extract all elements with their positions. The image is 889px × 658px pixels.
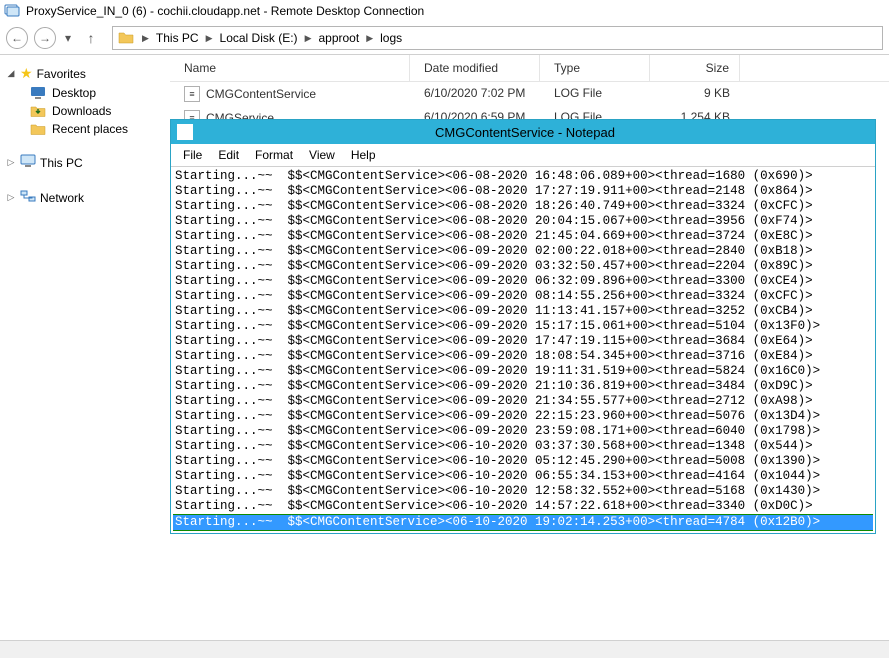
rdc-title-bar: ProxyService_IN_0 (6) - cochii.cloudapp.… [0,0,889,22]
notepad-text-area[interactable]: Starting...~~ $$<CMGContentService><06-0… [171,167,875,533]
nav-up-button[interactable]: ↑ [80,27,102,49]
file-list-header: Name Date modified Type Size [170,55,889,82]
log-line[interactable]: Starting...~~ $$<CMGContentService><06-1… [173,439,873,454]
log-line[interactable]: Starting...~~ $$<CMGContentService><06-0… [173,289,873,304]
chevron-right-icon: ▶ [203,33,216,44]
menu-help[interactable]: Help [345,146,386,164]
log-line[interactable]: Starting...~~ $$<CMGContentService><06-0… [173,319,873,334]
log-line[interactable]: Starting...~~ $$<CMGContentService><06-0… [173,304,873,319]
crumb-approot[interactable]: approot [314,29,363,47]
sidebar-favorites-header[interactable]: ◢ ★ Favorites [6,63,164,84]
sidebar-label: Network [40,191,84,205]
menu-edit[interactable]: Edit [212,146,249,164]
chevron-right-icon[interactable]: ▶ [139,33,152,44]
sidebar-label: Recent places [52,122,128,136]
log-line[interactable]: Starting...~~ $$<CMGContentService><06-1… [173,514,873,531]
log-line[interactable]: Starting...~~ $$<CMGContentService><06-1… [173,499,873,514]
downloads-icon [30,104,46,118]
chevron-right-icon: ▷ [6,192,16,203]
computer-icon [20,154,36,171]
file-name: CMGContentService [206,87,316,101]
crumb-root[interactable]: This PC [152,29,203,47]
log-line[interactable]: Starting...~~ $$<CMGContentService><06-0… [173,184,873,199]
recent-icon [30,122,46,136]
file-row[interactable]: ≡ CMGContentService 6/10/2020 7:02 PMLOG F… [170,82,889,106]
network-icon [20,189,36,206]
menu-file[interactable]: File [177,146,212,164]
sidebar-item-downloads[interactable]: Downloads [6,102,164,120]
col-header-date[interactable]: Date modified [410,55,540,81]
explorer-nav-bar: ← → ▾ ↑ ▶ This PC ▶ Local Disk (E:) ▶ ap… [0,22,889,54]
notepad-menu-bar: File Edit Format View Help [171,144,875,167]
folder-icon [117,29,135,47]
col-header-name[interactable]: Name [170,55,410,81]
chevron-right-icon: ▶ [302,33,315,44]
nav-history-dropdown[interactable]: ▾ [62,27,74,49]
log-line[interactable]: Starting...~~ $$<CMGContentService><06-0… [173,229,873,244]
breadcrumb: ▶ This PC ▶ Local Disk (E:) ▶ approot ▶ … [139,29,406,47]
nav-forward-button[interactable]: → [34,27,56,49]
notepad-window: CMGContentService - Notepad File Edit Fo… [170,119,876,534]
col-header-size[interactable]: Size [650,55,740,81]
log-line[interactable]: Starting...~~ $$<CMGContentService><06-0… [173,214,873,229]
log-line[interactable]: Starting...~~ $$<CMGContentService><06-0… [173,169,873,184]
sidebar-label: Favorites [37,67,86,81]
log-line[interactable]: Starting...~~ $$<CMGContentService><06-0… [173,349,873,364]
log-line[interactable]: Starting...~~ $$<CMGContentService><06-0… [173,334,873,349]
crumb-logs[interactable]: logs [376,29,406,47]
menu-format[interactable]: Format [249,146,303,164]
log-line[interactable]: Starting...~~ $$<CMGContentService><06-0… [173,199,873,214]
rdc-title-text: ProxyService_IN_0 (6) - cochii.cloudapp.… [26,4,424,18]
col-header-type[interactable]: Type [540,55,650,81]
rdc-icon [4,3,20,19]
sidebar-item-recent[interactable]: Recent places [6,120,164,138]
address-bar[interactable]: ▶ This PC ▶ Local Disk (E:) ▶ approot ▶ … [112,26,883,50]
log-line[interactable]: Starting...~~ $$<CMGContentService><06-0… [173,364,873,379]
status-bar [0,640,889,658]
log-line[interactable]: Starting...~~ $$<CMGContentService><06-0… [173,394,873,409]
notepad-title-bar[interactable]: CMGContentService - Notepad [171,120,875,144]
desktop-icon [30,86,46,100]
log-line[interactable]: Starting...~~ $$<CMGContentService><06-0… [173,379,873,394]
sidebar-label: This PC [40,156,83,170]
explorer-sidebar: ◢ ★ Favorites Desktop Downloads Recent p… [0,55,170,640]
notepad-title-text: CMGContentService - Notepad [199,125,875,140]
log-line[interactable]: Starting...~~ $$<CMGContentService><06-1… [173,484,873,499]
nav-back-button[interactable]: ← [6,27,28,49]
file-date: 6/10/2020 7:02 PM [410,82,540,106]
chevron-down-icon: ◢ [6,68,16,79]
sidebar-label: Downloads [52,104,111,118]
log-line[interactable]: Starting...~~ $$<CMGContentService><06-0… [173,259,873,274]
sidebar-item-desktop[interactable]: Desktop [6,84,164,102]
file-icon: ≡ [184,86,200,102]
sidebar-label: Desktop [52,86,96,100]
explorer-content: Name Date modified Type Size ≡ CMGContent… [170,55,889,640]
log-line[interactable]: Starting...~~ $$<CMGContentService><06-1… [173,454,873,469]
menu-view[interactable]: View [303,146,345,164]
sidebar-item-thispc[interactable]: ▷ This PC [6,152,164,173]
log-line[interactable]: Starting...~~ $$<CMGContentService><06-0… [173,409,873,424]
file-type: LOG File [540,82,650,106]
log-line[interactable]: Starting...~~ $$<CMGContentService><06-0… [173,244,873,259]
star-icon: ★ [20,65,33,82]
notepad-icon [177,124,193,140]
chevron-right-icon: ▶ [363,33,376,44]
log-line[interactable]: Starting...~~ $$<CMGContentService><06-1… [173,469,873,484]
log-line[interactable]: Starting...~~ $$<CMGContentService><06-0… [173,424,873,439]
chevron-right-icon: ▷ [6,157,16,168]
sidebar-item-network[interactable]: ▷ Network [6,187,164,208]
log-line[interactable]: Starting...~~ $$<CMGContentService><06-0… [173,274,873,289]
crumb-drive[interactable]: Local Disk (E:) [216,29,302,47]
file-size: 9 KB [650,82,740,106]
